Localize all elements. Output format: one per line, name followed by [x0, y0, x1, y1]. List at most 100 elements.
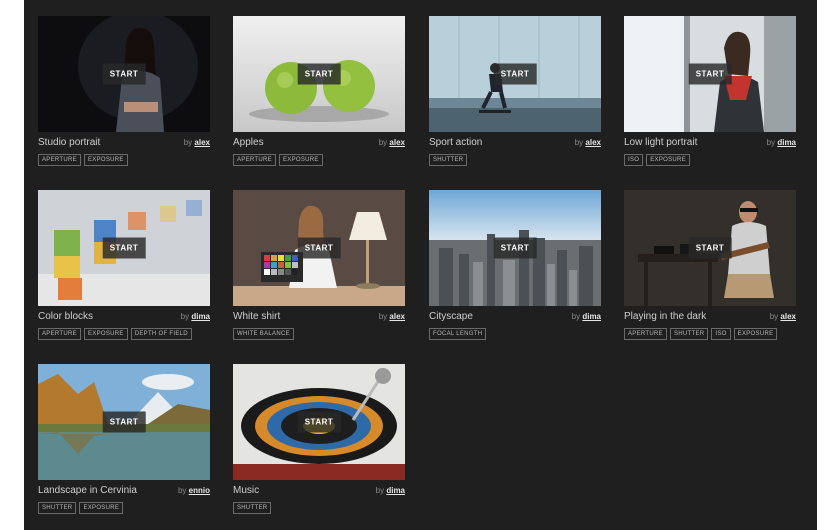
- byline: by dima: [181, 312, 210, 321]
- start-button[interactable]: START: [102, 237, 146, 259]
- tag-list: SHUTTER: [429, 154, 601, 166]
- author-link[interactable]: ennio: [189, 486, 210, 495]
- byline: by ennio: [178, 486, 210, 495]
- tag[interactable]: SHUTTER: [429, 154, 468, 166]
- by-label: by: [378, 138, 388, 147]
- photo-thumbnail[interactable]: START: [233, 364, 405, 480]
- tag[interactable]: APERTURE: [624, 328, 667, 340]
- tag[interactable]: EXPOSURE: [278, 154, 323, 166]
- photo-thumbnail[interactable]: START: [38, 364, 210, 480]
- photo-card-cityscape[interactable]: START Cityscape by dima FOCAL LENGTH: [429, 190, 601, 340]
- photo-thumbnail[interactable]: START: [429, 190, 601, 306]
- by-label: by: [177, 486, 187, 495]
- byline: by alex: [379, 312, 405, 321]
- start-button[interactable]: START: [297, 63, 341, 85]
- tag[interactable]: EXPOSURE: [79, 502, 124, 514]
- author-link[interactable]: alex: [585, 138, 601, 147]
- author-link[interactable]: alex: [780, 312, 796, 321]
- tag[interactable]: APERTURE: [38, 328, 81, 340]
- byline: by dima: [376, 486, 405, 495]
- photo-title: White shirt: [233, 311, 281, 322]
- tag[interactable]: EXPOSURE: [83, 154, 128, 166]
- tag[interactable]: DEPTH OF FIELD: [130, 328, 192, 340]
- start-button[interactable]: START: [688, 237, 732, 259]
- author-link[interactable]: alex: [389, 312, 405, 321]
- photo-thumbnail[interactable]: START: [429, 16, 601, 132]
- by-label: by: [378, 312, 388, 321]
- tag[interactable]: SHUTTER: [38, 502, 77, 514]
- photo-title: Color blocks: [38, 311, 94, 322]
- photo-card-low-light-portrait[interactable]: START Low light portrait by dima ISO EXP…: [624, 16, 796, 166]
- photo-thumbnail[interactable]: START: [233, 16, 405, 132]
- photo-title: Studio portrait: [38, 137, 101, 148]
- tag[interactable]: SHUTTER: [669, 328, 709, 340]
- tag[interactable]: EXPOSURE: [646, 154, 690, 166]
- by-label: by: [769, 312, 779, 321]
- photo-thumbnail[interactable]: START: [624, 16, 796, 132]
- photo-title: Apples: [233, 137, 264, 148]
- photo-title: Cityscape: [429, 311, 473, 322]
- byline: by alex: [184, 138, 210, 147]
- byline: by dima: [767, 138, 796, 147]
- start-button[interactable]: START: [493, 63, 537, 85]
- photo-card-color-blocks[interactable]: START Color blocks by dima APERTURE EXPO…: [38, 190, 210, 340]
- tag[interactable]: EXPOSURE: [733, 328, 778, 340]
- tag-list: APERTURE SHUTTER ISO EXPOSURE: [624, 328, 796, 340]
- byline: by alex: [575, 138, 601, 147]
- by-label: by: [574, 138, 584, 147]
- photo-card-sport-action[interactable]: START Sport action by alex SHUTTER: [429, 16, 601, 166]
- photo-card-apples[interactable]: START Apples by alex APERTURE EXPOSURE: [233, 16, 405, 166]
- photo-title: Landscape in Cervinia: [38, 485, 137, 496]
- tag[interactable]: APERTURE: [38, 154, 81, 166]
- photo-title: Sport action: [429, 137, 483, 148]
- byline: by alex: [379, 138, 405, 147]
- tag-list: SHUTTER EXPOSURE: [38, 502, 210, 514]
- start-button[interactable]: START: [688, 63, 732, 85]
- author-link[interactable]: dima: [777, 138, 796, 147]
- photo-card-playing-in-the-dark[interactable]: START Playing in the dark by alex APERTU…: [624, 190, 796, 340]
- start-button[interactable]: START: [493, 237, 537, 259]
- photo-thumbnail[interactable]: START: [38, 16, 210, 132]
- photo-title: Music: [233, 485, 260, 496]
- tag[interactable]: EXPOSURE: [83, 328, 128, 340]
- tag[interactable]: WHITE BALANCE: [233, 328, 294, 340]
- photo-card-music[interactable]: START Music by dima SHUTTER: [233, 364, 405, 514]
- tag-list: APERTURE EXPOSURE: [233, 154, 405, 166]
- tag[interactable]: SHUTTER: [233, 502, 272, 514]
- author-link[interactable]: alex: [194, 138, 210, 147]
- by-label: by: [375, 486, 385, 495]
- photo-title: Playing in the dark: [624, 311, 707, 322]
- start-button[interactable]: START: [102, 63, 146, 85]
- photo-card-white-shirt[interactable]: START White shirt by alex WHITE BALANCE: [233, 190, 405, 340]
- tag-list: WHITE BALANCE: [233, 328, 405, 340]
- by-label: by: [183, 138, 193, 147]
- photo-card-studio-portrait[interactable]: START Studio portrait by alex APERTURE E…: [38, 16, 210, 166]
- tag[interactable]: FOCAL LENGTH: [429, 328, 487, 340]
- tag-list: APERTURE EXPOSURE DEPTH OF FIELD: [38, 328, 210, 340]
- tag-list: FOCAL LENGTH: [429, 328, 601, 340]
- start-button[interactable]: START: [297, 411, 341, 433]
- tag[interactable]: APERTURE: [233, 154, 276, 166]
- tag-list: APERTURE EXPOSURE: [38, 154, 210, 166]
- start-button[interactable]: START: [297, 237, 341, 259]
- byline: by alex: [770, 312, 796, 321]
- byline: by dima: [572, 312, 601, 321]
- photo-card-landscape-in-cervinia[interactable]: START Landscape in Cervinia by ennio SHU…: [38, 364, 210, 514]
- author-link[interactable]: dima: [582, 312, 601, 321]
- by-label: by: [571, 312, 581, 321]
- tag[interactable]: ISO: [624, 154, 644, 166]
- tag-list: ISO EXPOSURE: [624, 154, 796, 166]
- photo-thumbnail[interactable]: START: [233, 190, 405, 306]
- photo-thumbnail[interactable]: START: [624, 190, 796, 306]
- gallery-panel: START Studio portrait by alex APERTURE E…: [24, 0, 817, 530]
- photo-thumbnail[interactable]: START: [38, 190, 210, 306]
- author-link[interactable]: dima: [191, 312, 210, 321]
- tag-list: SHUTTER: [233, 502, 405, 514]
- start-button[interactable]: START: [102, 411, 146, 433]
- photo-title: Low light portrait: [624, 137, 698, 148]
- tag[interactable]: ISO: [711, 328, 731, 340]
- author-link[interactable]: alex: [389, 138, 405, 147]
- by-label: by: [180, 312, 190, 321]
- by-label: by: [766, 138, 776, 147]
- author-link[interactable]: dima: [386, 486, 405, 495]
